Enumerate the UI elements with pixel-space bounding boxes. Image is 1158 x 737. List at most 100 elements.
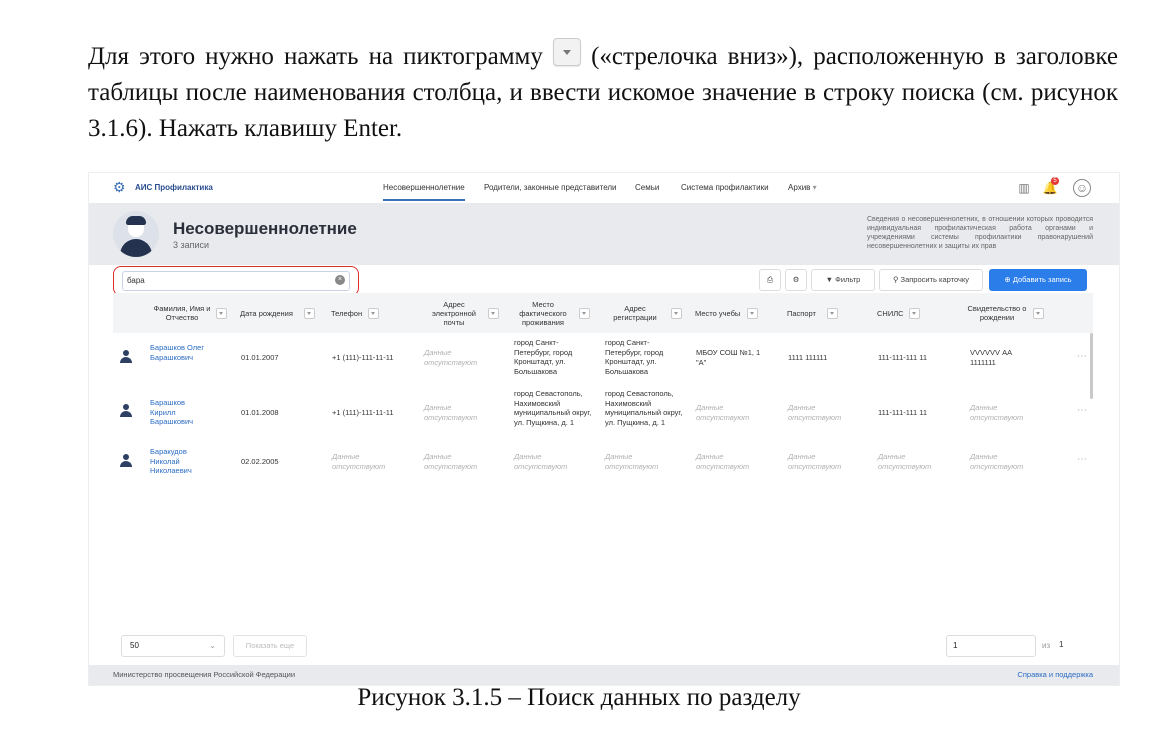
cell-school: МБОУ СОШ №1, 1 "А" bbox=[696, 348, 761, 367]
cell-email: Данные отсутствуют bbox=[424, 452, 478, 471]
filter-label: Фильтр bbox=[835, 275, 861, 284]
user-profile-icon[interactable]: ☺ bbox=[1073, 179, 1091, 197]
add-record-button[interactable]: ⊕ Добавить запись bbox=[989, 269, 1087, 291]
gear-icon: ⚙ bbox=[792, 275, 800, 284]
row-menu-icon[interactable]: ⋯ bbox=[1077, 454, 1087, 465]
cell-name[interactable]: Барашков Кирилл Барашкович bbox=[150, 398, 210, 427]
user-search-icon: ⚲ bbox=[892, 275, 899, 284]
arrow-down-pictogram-icon bbox=[552, 38, 581, 66]
page-number-value: 1 bbox=[953, 641, 958, 650]
column-filter-arrow-icon[interactable] bbox=[747, 308, 758, 319]
col-header-email: Адрес электронной почты bbox=[432, 299, 476, 327]
page-size-select[interactable]: 50 ⌄ bbox=[121, 635, 225, 657]
cell-school: Данные отсутствуют bbox=[696, 452, 750, 471]
gear-logo-icon: ⚙ bbox=[113, 179, 126, 195]
nav-families[interactable]: Семьи bbox=[635, 183, 659, 192]
cell-birthdate: 01.01.2007 bbox=[241, 353, 279, 362]
footer-ministry: Министерство просвещения Российской Феде… bbox=[113, 670, 296, 679]
search-input-value: бара bbox=[127, 276, 145, 285]
cell-snils: Данные отсутствуют bbox=[878, 452, 932, 471]
nav-parents[interactable]: Родители, законные представители bbox=[484, 183, 617, 192]
cell-snils: 111-111-111 11 bbox=[878, 353, 928, 362]
section-description: Сведения о несовершеннолетних, в отношен… bbox=[867, 216, 1093, 250]
app-footer: Министерство просвещения Российской Феде… bbox=[89, 665, 1119, 685]
pagination: 50 ⌄ Показать еще 1 из 1 bbox=[113, 633, 1093, 657]
notification-badge: 5 bbox=[1051, 177, 1059, 185]
col-header-residence: Место фактического проживания bbox=[519, 299, 567, 327]
app-logo-text[interactable]: АИС Профилактика bbox=[135, 183, 213, 192]
table-row[interactable]: Барашков Олег Барашкович 01.01.2007 +1 (… bbox=[113, 333, 1093, 384]
cell-phone: Данные отсутствуют bbox=[332, 452, 386, 471]
col-header-name: Фамилия, Имя и Отчество bbox=[153, 304, 211, 322]
table-scrollbar[interactable] bbox=[1090, 333, 1093, 399]
cell-passport: 1111 111111 bbox=[788, 353, 828, 362]
request-card-label: Запросить карточку bbox=[900, 275, 970, 284]
nav-archive-label: Архив bbox=[788, 183, 811, 192]
section-avatar-icon bbox=[113, 211, 159, 257]
cell-birth-certificate: Данные отсутствуют bbox=[970, 403, 1024, 422]
person-avatar-icon bbox=[120, 454, 132, 468]
page-title: Несовершеннолетние bbox=[173, 219, 357, 238]
cell-residence: город Севастополь, Нахимовский муниципал… bbox=[514, 389, 592, 427]
cell-registration: город Севастополь, Нахимовский муниципал… bbox=[605, 389, 683, 427]
nav-prevention-system[interactable]: Система профилактики bbox=[681, 183, 769, 192]
column-filter-arrow-icon[interactable] bbox=[827, 308, 838, 319]
cell-passport: Данные отсутствуют bbox=[788, 452, 842, 471]
bell-icon[interactable]: 🔔 5 bbox=[1041, 177, 1059, 197]
total-pages: 1 bbox=[1059, 640, 1064, 649]
page-of-label: из bbox=[1042, 641, 1051, 650]
filter-icon: ▼ bbox=[825, 275, 834, 284]
column-filter-arrow-icon[interactable] bbox=[304, 308, 315, 319]
record-count: 3 записи bbox=[173, 240, 210, 250]
cell-birth-certificate: VVVVVV АА 1111111 bbox=[970, 348, 1013, 367]
column-filter-arrow-icon[interactable] bbox=[488, 308, 499, 319]
column-filter-arrow-icon[interactable] bbox=[671, 308, 682, 319]
col-header-birthdate: Дата рождения bbox=[240, 308, 293, 318]
column-filter-arrow-icon[interactable] bbox=[216, 308, 227, 319]
table-header: Фамилия, Имя и Отчество Дата рождения Те… bbox=[113, 293, 1093, 334]
table-row[interactable]: Барашков Кирилл Барашкович 01.01.2008 +1… bbox=[113, 383, 1093, 443]
table-row[interactable]: Баракудов Николай Николаевич 02.02.2005 … bbox=[113, 442, 1093, 482]
table-toolbar: бара × ⎙ ⚙ ▼ Фильтр ⚲ Запросить карточку… bbox=[89, 265, 1119, 296]
plus-circle-icon: ⊕ bbox=[1004, 275, 1011, 284]
cell-registration: Данные отсутствуют bbox=[605, 452, 659, 471]
cell-residence: Данные отсутствуют bbox=[514, 452, 568, 471]
search-input[interactable]: бара × bbox=[122, 271, 350, 291]
app-screenshot: ⚙ АИС Профилактика Несовершеннолетние Ро… bbox=[88, 172, 1120, 686]
col-header-school: Место учебы bbox=[695, 308, 741, 318]
add-record-label: Добавить запись bbox=[1012, 275, 1072, 284]
page-size-value: 50 bbox=[130, 641, 139, 650]
chevron-down-icon: ▾ bbox=[812, 183, 817, 192]
col-header-passport: Паспорт bbox=[787, 308, 816, 318]
nav-minors[interactable]: Несовершеннолетние bbox=[383, 183, 465, 201]
col-header-phone: Телефон bbox=[331, 308, 363, 318]
cell-name[interactable]: Барашков Олег Барашкович bbox=[150, 343, 210, 362]
print-button[interactable]: ⎙ bbox=[759, 269, 781, 291]
column-filter-arrow-icon[interactable] bbox=[368, 308, 379, 319]
row-menu-icon[interactable]: ⋯ bbox=[1077, 351, 1087, 362]
request-card-button[interactable]: ⚲ Запросить карточку bbox=[879, 269, 983, 291]
cell-birthdate: 02.02.2005 bbox=[241, 457, 279, 466]
show-more-button[interactable]: Показать еще bbox=[233, 635, 307, 657]
chevron-down-icon: ⌄ bbox=[209, 641, 216, 650]
nav-archive[interactable]: Архив ▾ bbox=[788, 183, 817, 192]
chart-icon[interactable]: ▥ bbox=[1015, 179, 1033, 197]
column-filter-arrow-icon[interactable] bbox=[1033, 308, 1044, 319]
filter-button[interactable]: ▼ Фильтр bbox=[811, 269, 875, 291]
person-avatar-icon bbox=[120, 350, 132, 364]
clear-search-icon[interactable]: × bbox=[335, 275, 345, 285]
settings-button[interactable]: ⚙ bbox=[785, 269, 807, 291]
col-header-registration: Адрес регистрации bbox=[613, 304, 657, 322]
cell-email: Данные отсутствуют bbox=[424, 348, 478, 367]
column-filter-arrow-icon[interactable] bbox=[579, 308, 590, 319]
page-number-input[interactable]: 1 bbox=[946, 635, 1036, 657]
person-avatar-icon bbox=[120, 404, 132, 418]
cell-birthdate: 01.01.2008 bbox=[241, 408, 279, 417]
figure-caption: Рисунок 3.1.5 – Поиск данных по разделу bbox=[357, 684, 801, 711]
paragraph-text-1: Для этого нужно нажать на пиктограмму bbox=[88, 43, 543, 70]
footer-support-link[interactable]: Справка и поддержка bbox=[1017, 665, 1093, 685]
column-filter-arrow-icon[interactable] bbox=[909, 308, 920, 319]
cell-name[interactable]: Баракудов Николай Николаевич bbox=[150, 447, 210, 476]
row-menu-icon[interactable]: ⋯ bbox=[1077, 405, 1087, 416]
cell-snils: 111-111-111 11 bbox=[878, 408, 928, 417]
